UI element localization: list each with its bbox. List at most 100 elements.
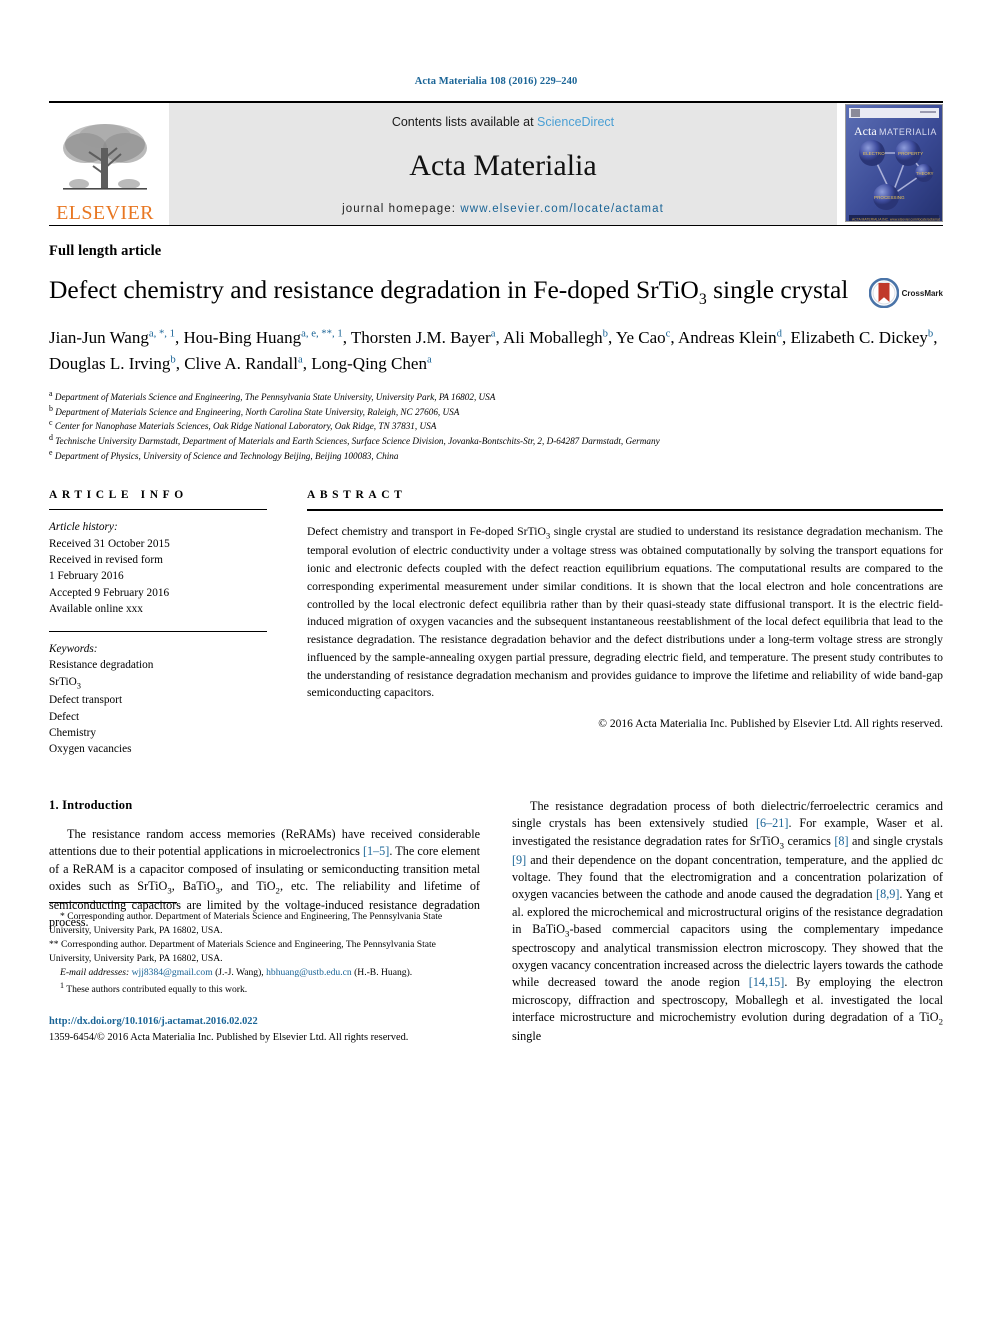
- author-affil-marks: b: [602, 327, 609, 340]
- author-name: Hou-Bing Huang: [183, 328, 302, 348]
- svg-text:PROPERTY: PROPERTY: [898, 151, 923, 156]
- citation-ref[interactable]: [9]: [512, 853, 526, 867]
- journal-homepage-link[interactable]: www.elsevier.com/locate/actamat: [460, 203, 663, 215]
- author-name: Ali Moballegh: [503, 328, 603, 348]
- keyword-item: Defect transport: [49, 694, 123, 707]
- keywords-block: Keywords: Resistance degradation SrTiO3 …: [49, 641, 267, 758]
- svg-text:PROCESSING: PROCESSING: [874, 195, 905, 200]
- doi-block: http://dx.doi.org/10.1016/j.actamat.2016…: [49, 1014, 480, 1045]
- affiliation-item: e Department of Physics, University of S…: [49, 447, 943, 464]
- citation-ref[interactable]: [6–21]: [756, 816, 789, 830]
- affiliation-item: d Technische University Darmstadt, Depar…: [49, 432, 943, 449]
- cover-art-icon: Acta MATERIALIA ELECTRO PROPERTY THEORY …: [846, 105, 942, 222]
- journal-title: Acta Materialia: [409, 149, 597, 182]
- article-type-label: Full length article: [49, 243, 162, 259]
- sciencedirect-link[interactable]: ScienceDirect: [537, 115, 614, 129]
- contents-available-line: Contents lists available at ScienceDirec…: [392, 115, 614, 129]
- svg-text:ELECTRO: ELECTRO: [863, 151, 885, 156]
- author-list: Jian-Jun Wanga, *, 1, Hou-Bing Huanga, e…: [49, 327, 938, 373]
- elsevier-logo: ELSEVIER: [49, 103, 161, 225]
- citation-ref[interactable]: [8]: [834, 834, 848, 848]
- journal-homepage-line: journal homepage: www.elsevier.com/locat…: [342, 203, 664, 215]
- affiliation-mark: e: [49, 447, 53, 457]
- affiliation-text: Department of Materials Science and Engi…: [54, 392, 496, 403]
- crossmark-badge[interactable]: CrossMark: [868, 274, 943, 308]
- author-affil-marks: a, e, **, 1: [301, 327, 343, 340]
- article-page: Acta Materialia 108 (2016) 229–240 ELSEV…: [0, 0, 992, 1323]
- contents-prefix: Contents lists available at: [391, 115, 538, 129]
- body-columns: 1. Introduction The resistance random ac…: [49, 798, 943, 1045]
- email-link-2[interactable]: hbhuang@ustb.edu.cn: [266, 967, 352, 978]
- formula-subscript: 2: [938, 1016, 943, 1027]
- abstract-heading: ABSTRACT: [307, 489, 407, 502]
- keywords-label: Keywords:: [49, 642, 98, 655]
- keyword-item: Oxygen vacancies: [49, 743, 132, 756]
- citation-ref[interactable]: [8,9]: [876, 887, 899, 901]
- author-affil-marks: a: [426, 353, 432, 366]
- affiliation-text: Center for Nanophase Materials Sciences,…: [54, 421, 437, 432]
- keyword-subscript: 3: [76, 681, 81, 691]
- author-affil-marks: a: [298, 353, 303, 366]
- issn-copyright-line: 1359-6454/© 2016 Acta Materialia Inc. Pu…: [49, 1031, 409, 1043]
- history-item: Available online xxx: [49, 603, 143, 616]
- masthead-bottom-rule: [49, 225, 943, 226]
- author-name: Jian-Jun Wang: [49, 328, 149, 348]
- svg-text:Acta: Acta: [854, 124, 877, 138]
- footnote-emails: E-mail addresses: wjj8384@gmail.com (J.-…: [49, 966, 480, 980]
- body-column-left: 1. Introduction The resistance random ac…: [49, 798, 480, 1045]
- svg-text:ACTA MATERIALIA INC. www.els: ACTA MATERIALIA INC. www.elsevier.com/lo…: [852, 218, 940, 222]
- svg-text:THEORY: THEORY: [916, 171, 934, 176]
- author-name: Ye Cao: [615, 328, 666, 348]
- email-link-1[interactable]: wjj8384@gmail.com: [132, 967, 213, 978]
- homepage-prefix: journal homepage:: [342, 203, 461, 215]
- author-affil-marks: b: [927, 327, 934, 340]
- masthead-center: Contents lists available at ScienceDirec…: [169, 103, 837, 225]
- author-name: Clive A. Randall: [184, 353, 298, 373]
- page-title: Defect chemistry and resistance degradat…: [49, 274, 869, 309]
- right-text-c: ceramics: [784, 833, 835, 848]
- footnote-equal-text: These authors contributed equally to thi…: [66, 984, 248, 996]
- affiliation-item: a Department of Materials Science and En…: [49, 390, 943, 405]
- article-history-label: Article history:: [49, 521, 118, 534]
- doi-link[interactable]: http://dx.doi.org/10.1016/j.actamat.2016…: [49, 1014, 480, 1030]
- affiliation-item: c Center for Nanophase Materials Science…: [49, 419, 943, 434]
- intro-text-c: , BaTiO: [171, 878, 216, 893]
- abstract-column: ABSTRACT Defect chemistry and transport …: [307, 489, 943, 730]
- author-name: Elizabeth C. Dickey: [790, 328, 928, 348]
- title-subscript: 3: [698, 291, 707, 309]
- footnote-mark: 1: [60, 980, 64, 990]
- article-info-heading: ARTICLE INFO: [49, 489, 188, 502]
- title-text-1: Defect chemistry and resistance degradat…: [49, 275, 699, 304]
- elsevier-tree-icon: [63, 124, 147, 190]
- affiliation-mark: d: [49, 432, 53, 442]
- author-name: Long-Qing Chen: [311, 353, 427, 373]
- footnote-equal-contribution: 1 These authors contributed equally to t…: [49, 980, 480, 997]
- affiliation-mark: a: [49, 389, 53, 399]
- elsevier-wordmark: ELSEVIER: [56, 202, 154, 224]
- body-column-right: The resistance degradation process of bo…: [512, 798, 943, 1045]
- email-owner-2: (H.-B. Huang).: [354, 967, 413, 979]
- history-item: Received 31 October 2015: [49, 537, 170, 550]
- abstract-text-1: Defect chemistry and transport in Fe-dop…: [307, 525, 546, 539]
- author-affil-marks: a, *, 1: [148, 327, 176, 340]
- footnote-rule: [49, 902, 177, 904]
- affiliation-item: b Department of Materials Science and En…: [49, 403, 943, 420]
- affiliation-mark: b: [49, 403, 53, 413]
- affiliation-text: Department of Physics, University of Sci…: [54, 450, 399, 461]
- citation-ref[interactable]: [14,15]: [749, 975, 785, 989]
- affiliation-mark: c: [49, 418, 53, 428]
- right-text-d: and single crystals: [848, 833, 943, 848]
- citation-ref[interactable]: [1–5]: [363, 844, 389, 858]
- affiliation-text: Technische University Darmstadt, Departm…: [55, 435, 660, 446]
- article-info-column: ARTICLE INFO Article history: Received 3…: [49, 489, 307, 758]
- title-text-2: single crystal: [706, 275, 849, 304]
- author-name: Andreas Klein: [677, 328, 777, 348]
- author-name: Douglas L. Irving: [49, 353, 171, 373]
- intro-text-d: , and TiO: [219, 878, 276, 893]
- author-name: Thorsten J.M. Bayer: [350, 328, 491, 348]
- section-heading-introduction: 1. Introduction: [49, 797, 133, 812]
- footnote-area: * Corresponding author. Department of Ma…: [49, 902, 480, 1045]
- footnote-corresponding-1: * Corresponding author. Department of Ma…: [49, 911, 443, 937]
- abstract-text-2: single crystal are studied to understand…: [307, 525, 943, 700]
